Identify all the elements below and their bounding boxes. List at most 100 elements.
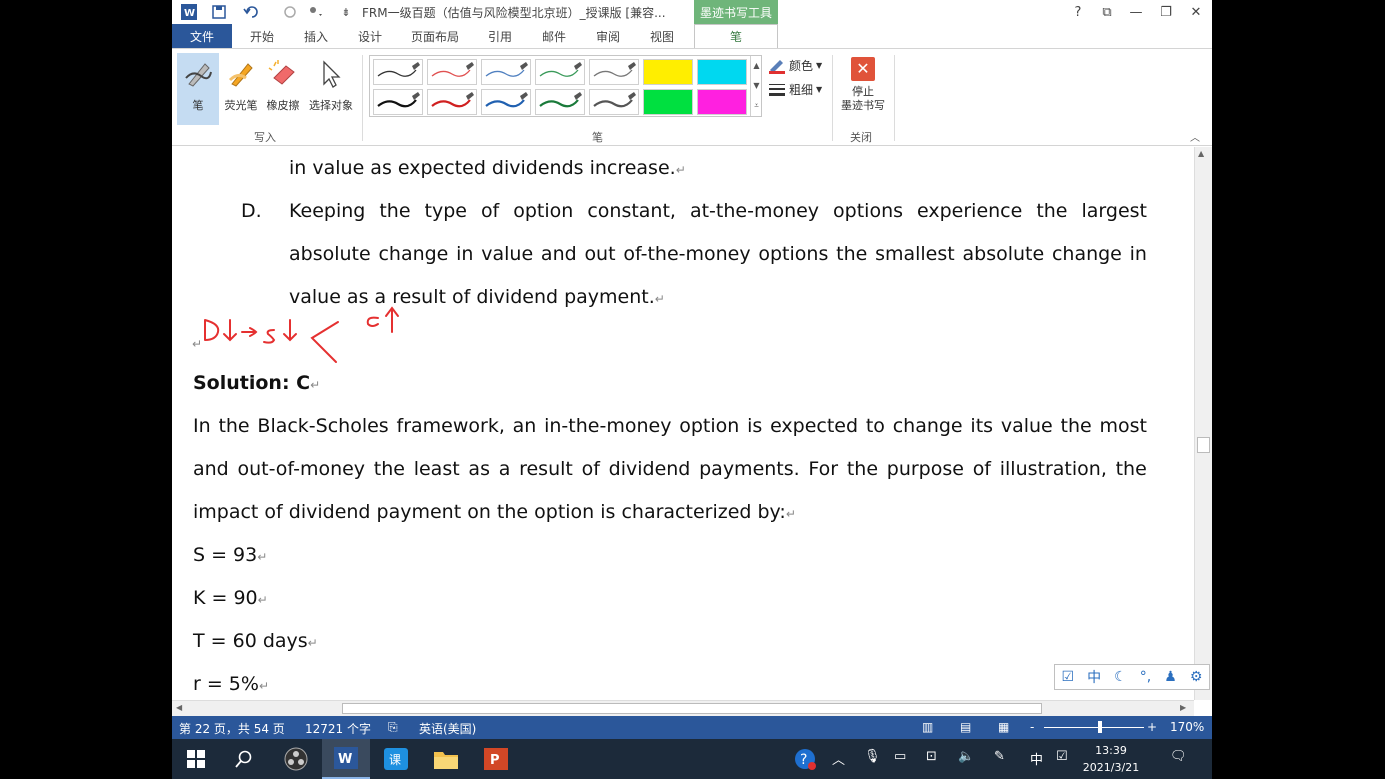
collapse-ribbon-icon[interactable]: ︿ bbox=[1190, 129, 1200, 144]
print-layout-icon[interactable]: ▤ bbox=[960, 720, 971, 734]
word: change bbox=[378, 243, 449, 265]
group-separator bbox=[362, 55, 363, 141]
ink-annotation[interactable] bbox=[190, 302, 410, 372]
read-mode-icon[interactable]: ▥ bbox=[922, 720, 933, 734]
gallery-down-icon[interactable]: ▼ bbox=[753, 81, 759, 90]
ime-punctuation-icon[interactable]: °, bbox=[1140, 669, 1151, 685]
network-icon[interactable]: ⊡ bbox=[926, 749, 937, 764]
taskbar-obs-app[interactable] bbox=[272, 739, 320, 779]
help-button[interactable]: ? bbox=[1064, 0, 1092, 24]
taskbar-classroom-app[interactable]: 课 bbox=[372, 739, 420, 779]
ime-moon-icon[interactable]: ☾ bbox=[1114, 669, 1127, 685]
language-indicator[interactable]: 英语(美国) bbox=[419, 720, 476, 737]
proofing-icon[interactable]: ⎘ bbox=[388, 720, 398, 735]
zoom-slider-thumb[interactable] bbox=[1098, 721, 1102, 733]
ribbon-display-options-button[interactable]: ⧉ bbox=[1093, 0, 1121, 24]
zoom-out-button[interactable]: - bbox=[1030, 720, 1034, 734]
redo-icon[interactable] bbox=[280, 2, 300, 22]
pen-swatch[interactable] bbox=[535, 59, 585, 85]
taskbar-file-explorer[interactable] bbox=[422, 739, 470, 779]
select-objects-button[interactable]: 选择对象 bbox=[304, 53, 358, 125]
help-tray-icon[interactable]: ? bbox=[794, 748, 816, 774]
ime-language[interactable]: 中 bbox=[1087, 667, 1101, 687]
pen-swatch[interactable] bbox=[373, 89, 423, 115]
search-button[interactable] bbox=[220, 739, 268, 779]
word: For bbox=[808, 458, 839, 480]
checkbox-tray-icon[interactable]: ☑ bbox=[1056, 749, 1068, 764]
pen-swatch[interactable] bbox=[373, 59, 423, 85]
horizontal-scroll-thumb[interactable] bbox=[342, 703, 1042, 714]
tab-pen[interactable]: 笔 bbox=[694, 24, 778, 48]
zoom-slider-track[interactable] bbox=[1044, 727, 1144, 728]
vertical-scrollbar[interactable]: ▲ bbox=[1194, 147, 1212, 700]
undo-icon[interactable] bbox=[238, 2, 268, 22]
pen-thickness-button[interactable]: 粗细 ▼ bbox=[768, 81, 822, 98]
scroll-up-icon[interactable]: ▲ bbox=[1198, 149, 1204, 158]
page-count[interactable]: 第 22 页，共 54 页 bbox=[179, 720, 285, 737]
tab-references[interactable]: 引用 bbox=[478, 24, 522, 48]
ime-settings-icon[interactable]: ⚙ bbox=[1190, 669, 1203, 685]
taskbar-powerpoint-app[interactable]: P bbox=[472, 739, 520, 779]
gallery-more-icon[interactable]: ⩡ bbox=[754, 101, 759, 111]
highlighter-button[interactable]: 荧光笔 bbox=[222, 53, 260, 125]
tab-design[interactable]: 设计 bbox=[348, 24, 392, 48]
tab-mailings[interactable]: 邮件 bbox=[532, 24, 576, 48]
zoom-in-button[interactable]: + bbox=[1147, 720, 1157, 734]
pen-swatch[interactable] bbox=[481, 59, 531, 85]
customize-qat-icon[interactable]: ⇟ bbox=[338, 2, 354, 22]
restore-button[interactable]: ❐ bbox=[1152, 0, 1180, 24]
stop-inking-button[interactable]: ✕ 停止 墨迹书写 bbox=[836, 57, 890, 113]
vertical-scroll-thumb[interactable] bbox=[1197, 437, 1210, 453]
tray-overflow-icon[interactable]: ︿ bbox=[832, 749, 845, 768]
taskbar-word-app[interactable]: W bbox=[322, 739, 370, 779]
pen-swatch[interactable] bbox=[697, 89, 747, 115]
pen-swatch[interactable] bbox=[643, 59, 693, 85]
document-page[interactable]: in value as expected dividends increase.… bbox=[172, 147, 1194, 700]
notifications-icon[interactable]: 🗨 bbox=[1170, 749, 1187, 764]
system-clock[interactable]: 13:39 2021/3/21 bbox=[1076, 742, 1146, 776]
pen-swatch[interactable] bbox=[589, 89, 639, 115]
input-method-indicator[interactable]: 中 bbox=[1030, 749, 1043, 768]
pen-swatch[interactable] bbox=[427, 59, 477, 85]
ime-toggle-icon[interactable]: ☑ bbox=[1062, 669, 1075, 685]
touch-mode-icon[interactable] bbox=[302, 2, 330, 22]
microphone-icon[interactable]: 🎙 bbox=[864, 749, 881, 764]
gallery-scroll[interactable]: ▲ ▼ ⩡ bbox=[750, 56, 762, 116]
tab-insert[interactable]: 插入 bbox=[294, 24, 338, 48]
pen-color-button[interactable]: 颜色 ▼ bbox=[768, 57, 822, 74]
volume-icon[interactable]: 🔈 bbox=[958, 749, 974, 764]
pen-swatch[interactable] bbox=[589, 59, 639, 85]
word: and bbox=[193, 458, 229, 480]
pen-swatch[interactable] bbox=[427, 89, 477, 115]
word: out-of-money bbox=[237, 458, 366, 480]
tab-page-layout[interactable]: 页面布局 bbox=[402, 24, 468, 48]
gallery-up-icon[interactable]: ▲ bbox=[753, 61, 759, 70]
scroll-left-icon[interactable]: ◀ bbox=[176, 703, 182, 712]
battery-icon[interactable]: ▭ bbox=[894, 749, 906, 764]
word: Keeping bbox=[289, 200, 366, 222]
scroll-right-icon[interactable]: ▶ bbox=[1180, 703, 1186, 712]
tab-file[interactable]: 文件 bbox=[172, 24, 232, 48]
tab-view[interactable]: 视图 bbox=[640, 24, 684, 48]
zoom-level[interactable]: 170% bbox=[1170, 720, 1204, 734]
horizontal-scrollbar[interactable]: ◀ ▶ bbox=[172, 700, 1194, 716]
stop-inking-label-2: 墨迹书写 bbox=[841, 99, 885, 112]
pen-swatch[interactable] bbox=[643, 89, 693, 115]
pen-button[interactable]: 笔 bbox=[177, 53, 219, 125]
close-button[interactable]: ✕ bbox=[1182, 0, 1210, 24]
word: in-the-money bbox=[544, 415, 672, 437]
minimize-button[interactable]: — bbox=[1122, 0, 1150, 24]
save-icon[interactable] bbox=[208, 2, 230, 22]
pen-workspace-icon[interactable]: ✎ bbox=[994, 749, 1005, 764]
pen-swatch[interactable] bbox=[535, 89, 585, 115]
word-count[interactable]: 12721 个字 bbox=[305, 720, 371, 737]
ime-user-icon[interactable]: ♟ bbox=[1164, 669, 1177, 685]
web-layout-icon[interactable]: ▦ bbox=[998, 720, 1009, 734]
start-button[interactable] bbox=[172, 739, 220, 779]
word: as bbox=[468, 458, 490, 480]
eraser-button[interactable]: 橡皮擦 bbox=[264, 53, 302, 125]
pen-swatch[interactable] bbox=[481, 89, 531, 115]
tab-review[interactable]: 审阅 bbox=[586, 24, 630, 48]
tab-home[interactable]: 开始 bbox=[240, 24, 284, 48]
pen-swatch[interactable] bbox=[697, 59, 747, 85]
